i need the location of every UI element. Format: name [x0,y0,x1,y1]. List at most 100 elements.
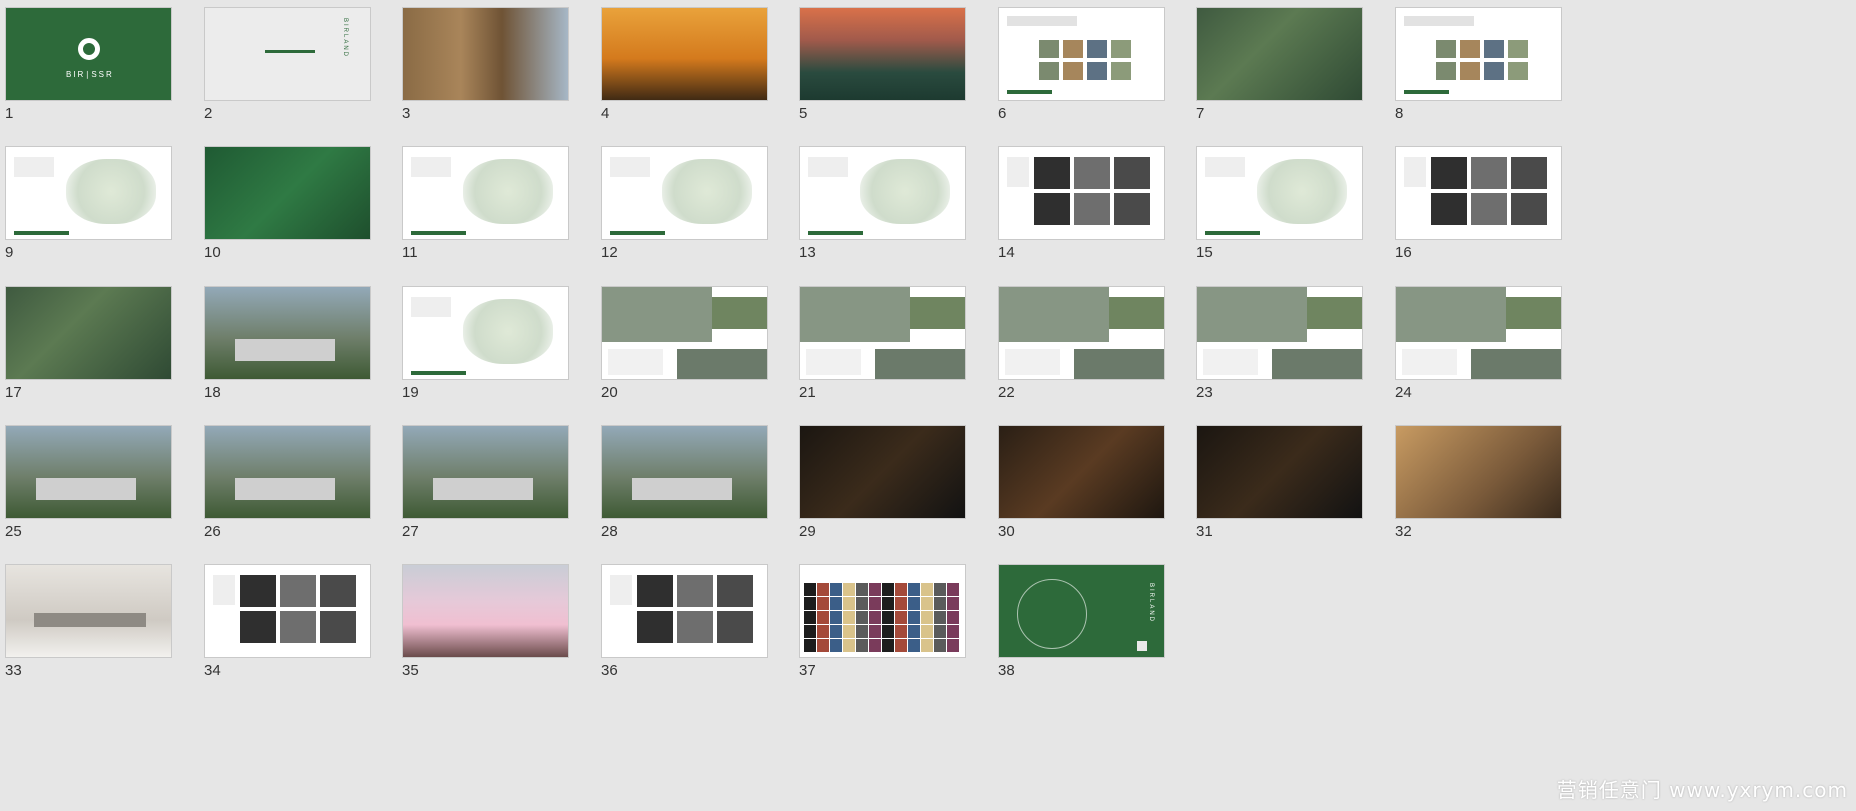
slide-thumbnail-10[interactable] [204,146,371,240]
slide-thumbnail-4[interactable] [601,7,768,101]
building-shape [235,478,335,500]
slide-number-35: 35 [402,662,419,679]
slide-thumbnail-26[interactable] [204,425,371,519]
slide-number-17: 17 [5,384,22,401]
slide-number-11: 11 [402,244,418,261]
slide-number-14: 14 [998,244,1015,261]
slide-thumbnail-24[interactable] [1395,286,1562,380]
mosaic-tile [947,611,959,624]
image-tile [1460,62,1480,80]
photo-tile [677,611,713,643]
slide-thumbnail-14[interactable] [998,146,1165,240]
slide-thumbnail-33[interactable] [5,564,172,658]
render-image [999,287,1109,342]
photo-tile [1471,193,1507,225]
title-text [808,231,863,235]
text-block [1007,16,1077,26]
slide-number-19: 19 [402,384,419,401]
slide-thumbnail-6[interactable] [998,7,1165,101]
slide-thumbnail-22[interactable] [998,286,1165,380]
photo-tile [1074,157,1110,189]
render-image [1506,297,1561,329]
mosaic-tile [856,625,868,638]
mosaic-tile [817,639,829,652]
mosaic-tile [882,597,894,610]
mosaic-tile [843,611,855,624]
slide-number-28: 28 [601,523,618,540]
mosaic-tile [947,583,959,596]
slide-thumbnail-38[interactable]: BIRLAND [998,564,1165,658]
mosaic-tile [804,625,816,638]
slide-thumbnail-16[interactable] [1395,146,1562,240]
slide-thumbnail-32[interactable] [1395,425,1562,519]
slide-sorter-grid: BIR∣SSR 1 BIRLAND 2 3 4 5 6 7 8 9 10 11 12 13 14 15 16 17 1… [0,0,1856,811]
slide-thumbnail-13[interactable] [799,146,966,240]
slide-thumbnail-7[interactable] [1196,7,1363,101]
building-shape [433,478,533,500]
mosaic-tile [934,611,946,624]
map-shape [463,159,553,224]
slide-thumbnail-20[interactable] [601,286,768,380]
mosaic-tile [830,639,842,652]
slide-thumbnail-28[interactable] [601,425,768,519]
slide-thumbnail-36[interactable] [601,564,768,658]
photo-tile [1034,157,1070,189]
render-image [1272,349,1362,379]
mosaic-tile [895,639,907,652]
slide-thumbnail-31[interactable] [1196,425,1363,519]
slide-thumbnail-17[interactable] [5,286,172,380]
photo-tile [637,611,673,643]
slide-thumbnail-2[interactable]: BIRLAND [204,7,371,101]
slide-number-27: 27 [402,523,419,540]
slide-thumbnail-27[interactable] [402,425,569,519]
slide-number-23: 23 [1196,384,1213,401]
mosaic-tile [804,639,816,652]
image-tile [1111,40,1131,58]
slide-number-25: 25 [5,523,22,540]
building-shape [34,613,146,627]
mosaic-tile [947,597,959,610]
photo-tile [1431,157,1467,189]
slide-thumbnail-23[interactable] [1196,286,1363,380]
mosaic-tile [921,583,933,596]
render-image [602,287,712,342]
mosaic-tile [908,583,920,596]
slide-thumbnail-30[interactable] [998,425,1165,519]
slide-number-12: 12 [601,244,618,261]
slide-thumbnail-11[interactable] [402,146,569,240]
slide-number-18: 18 [204,384,221,401]
render-image [1074,349,1164,379]
mosaic-tile [830,611,842,624]
image-tile [1508,62,1528,80]
mosaic-tile [908,597,920,610]
slide-thumbnail-19[interactable] [402,286,569,380]
slide-thumbnail-9[interactable] [5,146,172,240]
vertical-title: BIRLAND [342,18,348,59]
slide-thumbnail-29[interactable] [799,425,966,519]
render-image [1471,349,1561,379]
image-tile [1460,40,1480,58]
photo-tile [320,575,356,607]
slide-thumbnail-8[interactable] [1395,7,1562,101]
mosaic-tile [843,639,855,652]
mosaic-tile [843,625,855,638]
render-image [1109,297,1164,329]
slide-thumbnail-1[interactable]: BIR∣SSR [5,7,172,101]
image-tile [1039,40,1059,58]
slide-thumbnail-12[interactable] [601,146,768,240]
text-block [610,157,650,177]
slide-thumbnail-37[interactable] [799,564,966,658]
slide-thumbnail-34[interactable] [204,564,371,658]
mosaic-tile [830,583,842,596]
slide-thumbnail-18[interactable] [204,286,371,380]
slide-thumbnail-5[interactable] [799,7,966,101]
slide-thumbnail-15[interactable] [1196,146,1363,240]
slide-thumbnail-21[interactable] [799,286,966,380]
slide-thumbnail-25[interactable] [5,425,172,519]
slide-thumbnail-3[interactable] [402,7,569,101]
photo-tile [1431,193,1467,225]
title-line [265,50,315,53]
mosaic-tile [882,583,894,596]
slide-thumbnail-35[interactable] [402,564,569,658]
render-image [1307,297,1362,329]
